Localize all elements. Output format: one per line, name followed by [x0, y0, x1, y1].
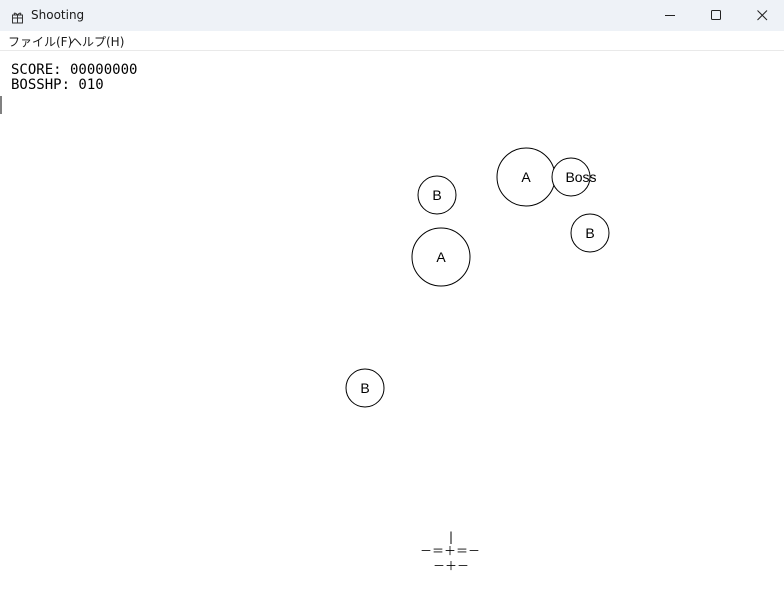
svg-text:B: B — [432, 187, 441, 203]
enemy-b: B — [417, 175, 457, 215]
svg-text:Boss: Boss — [565, 169, 596, 185]
player-ship-line: －＋－ — [433, 559, 469, 573]
app-window: Shooting ファイル(F) ヘルプ(H) SCORE: 00000000 … — [0, 0, 784, 590]
player-ship-line: | — [447, 530, 454, 544]
svg-text:A: A — [436, 249, 446, 265]
svg-text:A: A — [521, 169, 531, 185]
enemy-a: A — [496, 147, 556, 207]
boss: Boss — [551, 157, 597, 197]
game-scene: A Boss B B A B | －＝＋＝－ －＋－ — [345, 147, 610, 573]
enemy-b: B — [345, 368, 385, 408]
player-ship: | －＝＋＝－ －＋－ — [420, 530, 480, 573]
player-ship-line: －＝＋＝－ — [420, 544, 480, 558]
enemy-b: B — [570, 213, 610, 253]
svg-text:B: B — [585, 225, 594, 241]
enemy-a: A — [411, 227, 471, 287]
svg-text:B: B — [360, 380, 369, 396]
